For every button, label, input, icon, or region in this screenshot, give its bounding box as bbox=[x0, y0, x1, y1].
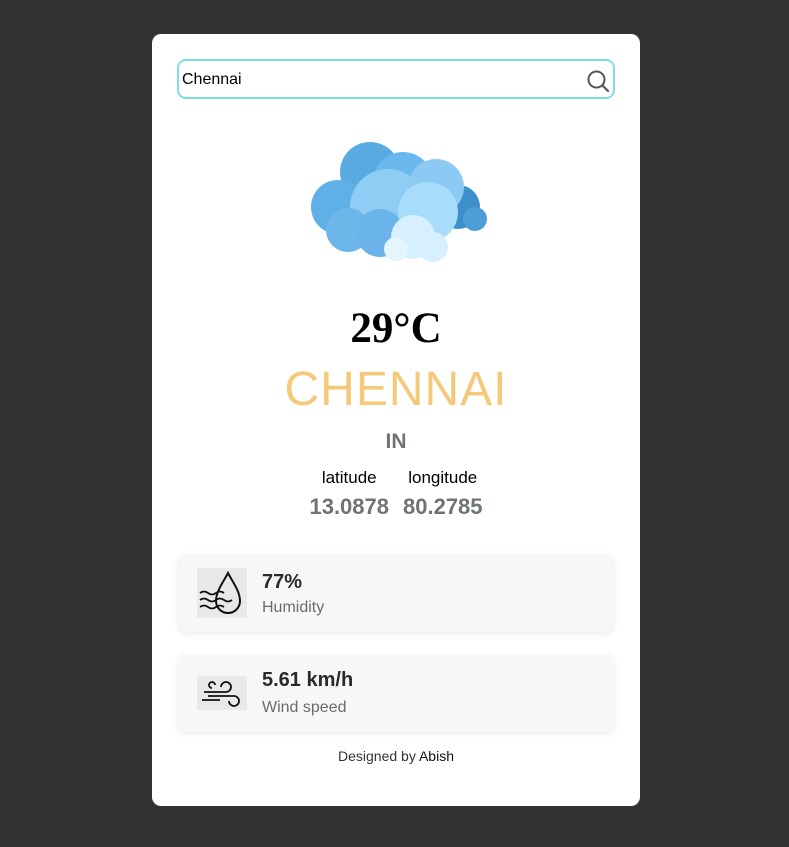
weather-card: 29°C CHENNAI IN latitude 13.0878 longitu… bbox=[152, 34, 640, 806]
longitude-value: 80.2785 bbox=[403, 494, 483, 519]
latitude-label: latitude bbox=[321, 468, 377, 487]
longitude-block: longitude 80.2785 bbox=[403, 468, 483, 520]
humidity-value: 77% bbox=[262, 571, 303, 593]
search-input[interactable] bbox=[182, 69, 582, 91]
wind-card: 5.61 km/h Wind speed bbox=[178, 654, 614, 732]
latitude-block: latitude 13.0878 bbox=[309, 468, 389, 520]
coordinates: latitude 13.0878 longitude 80.2785 bbox=[152, 468, 640, 520]
search-box bbox=[177, 59, 615, 99]
wind-value: 5.61 km/h bbox=[262, 669, 354, 691]
search-icon[interactable] bbox=[586, 69, 610, 93]
country-code: IN bbox=[385, 430, 407, 453]
footer-author: Abish bbox=[418, 748, 454, 764]
footer-prefix: Designed by bbox=[338, 748, 416, 764]
wind-label: Wind speed bbox=[262, 699, 347, 716]
temperature: 29°C bbox=[350, 305, 442, 352]
humidity-card: 77% Humidity bbox=[178, 554, 614, 632]
humidity-icon bbox=[197, 568, 247, 618]
latitude-value: 13.0878 bbox=[309, 494, 389, 519]
cloud-icon bbox=[311, 142, 487, 262]
longitude-label: longitude bbox=[408, 468, 478, 487]
footer: Designed by Abish bbox=[152, 748, 640, 764]
city-name: CHENNAI bbox=[284, 363, 508, 416]
humidity-label: Humidity bbox=[262, 599, 325, 616]
wind-icon bbox=[197, 676, 247, 710]
